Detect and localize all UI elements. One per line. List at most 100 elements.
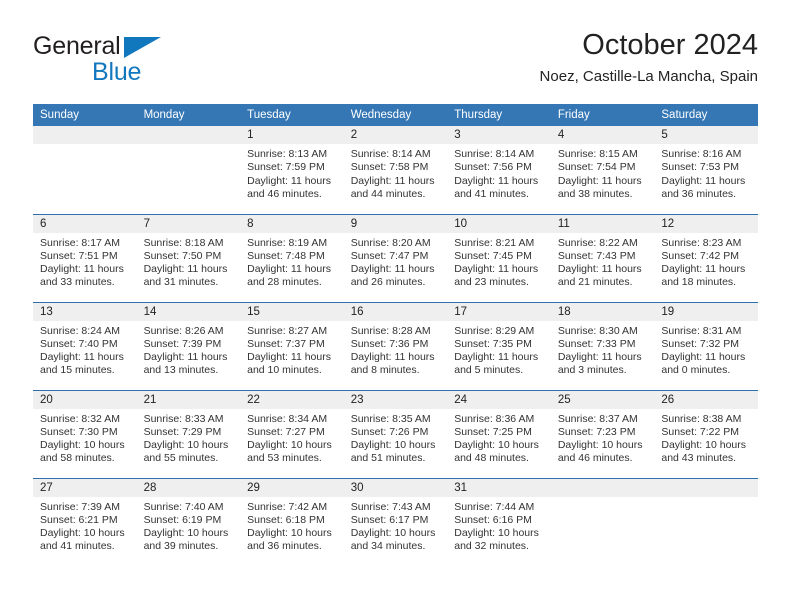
day-detail-line: Sunrise: 8:19 AM bbox=[247, 236, 328, 249]
day-number: 27 bbox=[33, 479, 137, 497]
day-details: Sunrise: 8:32 AM Sunset: 7:30 PM Daylight:… bbox=[33, 409, 137, 466]
day-detail-line: Sunrise: 8:23 AM bbox=[661, 236, 742, 249]
day-detail-line: Daylight: 11 hours bbox=[350, 174, 435, 187]
calendar-day-cell[interactable]: 10 Sunrise: 8:21 AM Sunset: 7:45 PM Dayligh… bbox=[447, 213, 551, 302]
calendar-day-cell[interactable]: 9 Sunrise: 8:20 AM Sunset: 7:47 PM Daylight… bbox=[343, 213, 448, 302]
calendar-day-cell[interactable]: 19 Sunrise: 8:31 AM Sunset: 7:32 PM Dayligh… bbox=[654, 301, 758, 390]
day-detail-line: Sunset: 6:18 PM bbox=[247, 513, 325, 526]
calendar-day-cell-empty bbox=[550, 477, 655, 566]
calendar-day-cell[interactable]: 17 Sunrise: 8:29 AM Sunset: 7:35 PM Dayligh… bbox=[447, 301, 551, 390]
day-detail-line: Sunrise: 8:28 AM bbox=[350, 324, 431, 337]
day-details: Sunrise: 8:17 AM Sunset: 7:51 PM Daylight:… bbox=[33, 233, 137, 290]
calendar-day-cell-empty bbox=[136, 126, 241, 214]
calendar-day-cell[interactable]: 20 Sunrise: 8:32 AM Sunset: 7:30 PM Dayligh… bbox=[33, 389, 137, 478]
day-detail-line: Daylight: 10 hours bbox=[350, 439, 436, 452]
calendar-day-cell[interactable]: 12 Sunrise: 8:23 AM Sunset: 7:42 PM Dayligh… bbox=[654, 213, 758, 302]
calendar-day-cell[interactable]: 16 Sunrise: 8:28 AM Sunset: 7:36 PM Dayligh… bbox=[343, 301, 448, 390]
day-details bbox=[654, 497, 758, 501]
weekday-header-saturday: Saturday bbox=[654, 104, 758, 126]
calendar-day-cell[interactable]: 15 Sunrise: 8:27 AM Sunset: 7:37 PM Dayligh… bbox=[240, 301, 344, 390]
day-detail-line: Daylight: 11 hours bbox=[454, 174, 539, 187]
day-detail-line: Daylight: 10 hours bbox=[454, 439, 539, 452]
day-detail-line: Sunrise: 8:29 AM bbox=[454, 324, 535, 337]
calendar-day-cell[interactable]: 27 Sunrise: 7:39 AM Sunset: 6:21 PM Dayligh… bbox=[33, 477, 137, 566]
calendar-day-cell[interactable]: 23 Sunrise: 8:35 AM Sunset: 7:26 PM Dayligh… bbox=[343, 389, 448, 478]
day-details: Sunrise: 8:34 AM Sunset: 7:27 PM Daylight:… bbox=[240, 409, 344, 466]
title-block: October 2024 Noez, Castille-La Mancha, S… bbox=[540, 28, 758, 86]
page-subtitle: Noez, Castille-La Mancha, Spain bbox=[539, 68, 758, 85]
day-detail-line: Sunrise: 8:24 AM bbox=[40, 324, 120, 337]
day-details: Sunrise: 8:16 AM Sunset: 7:53 PM Daylight:… bbox=[654, 144, 758, 201]
day-details: Sunrise: 8:18 AM Sunset: 7:50 PM Daylight:… bbox=[137, 233, 241, 290]
day-detail-line: and 10 minutes. bbox=[247, 364, 322, 377]
day-detail-line: Sunset: 6:19 PM bbox=[143, 513, 222, 526]
calendar-body: 1 Sunrise: 8:13 AM Sunset: 7:59 PM Daylight… bbox=[33, 126, 758, 566]
day-detail-line: Sunset: 7:48 PM bbox=[247, 249, 325, 262]
calendar-day-cell[interactable]: 8 Sunrise: 8:19 AM Sunset: 7:48 PM Daylight… bbox=[240, 213, 344, 302]
day-detail-line: Daylight: 11 hours bbox=[40, 351, 124, 364]
day-detail-line: Sunrise: 7:42 AM bbox=[247, 500, 328, 513]
calendar-day-cell[interactable]: 5 Sunrise: 8:16 AM Sunset: 7:53 PM Daylight… bbox=[654, 126, 758, 214]
day-details: Sunrise: 8:23 AM Sunset: 7:42 PM Daylight:… bbox=[654, 233, 758, 290]
day-detail-line: Sunset: 7:53 PM bbox=[661, 161, 740, 174]
calendar-day-cell[interactable]: 13 Sunrise: 8:24 AM Sunset: 7:40 PM Dayligh… bbox=[33, 301, 137, 390]
calendar-week-row: 13 Sunrise: 8:24 AM Sunset: 7:40 PM Dayligh… bbox=[33, 301, 758, 390]
day-detail-line: Daylight: 11 hours bbox=[350, 263, 435, 276]
day-number: 23 bbox=[343, 391, 448, 409]
calendar-day-cell[interactable]: 3 Sunrise: 8:14 AM Sunset: 7:56 PM Daylight… bbox=[447, 126, 551, 214]
day-detail-line: Daylight: 10 hours bbox=[247, 527, 332, 540]
day-number: 3 bbox=[447, 126, 551, 144]
day-detail-line: Sunrise: 7:39 AM bbox=[40, 500, 120, 513]
day-number: 15 bbox=[240, 303, 344, 321]
page-title: October 2024 bbox=[582, 29, 758, 61]
calendar-day-cell[interactable]: 22 Sunrise: 8:34 AM Sunset: 7:27 PM Dayligh… bbox=[240, 389, 344, 478]
day-details: Sunrise: 8:38 AM Sunset: 7:22 PM Daylight:… bbox=[654, 409, 758, 466]
day-number: 22 bbox=[240, 391, 344, 409]
day-detail-line: Sunset: 7:29 PM bbox=[143, 425, 222, 438]
day-detail-line: and 15 minutes. bbox=[40, 364, 115, 377]
day-number: 14 bbox=[136, 303, 241, 321]
calendar-day-cell[interactable]: 18 Sunrise: 8:30 AM Sunset: 7:33 PM Dayligh… bbox=[550, 301, 655, 390]
day-detail-line: Daylight: 11 hours bbox=[247, 351, 331, 364]
calendar-day-cell[interactable]: 29 Sunrise: 7:42 AM Sunset: 6:18 PM Dayligh… bbox=[240, 477, 344, 566]
calendar-day-cell[interactable]: 25 Sunrise: 8:37 AM Sunset: 7:23 PM Dayligh… bbox=[550, 389, 655, 478]
calendar-day-cell[interactable]: 14 Sunrise: 8:26 AM Sunset: 7:39 PM Dayligh… bbox=[136, 301, 241, 390]
calendar-day-cell[interactable]: 30 Sunrise: 7:43 AM Sunset: 6:17 PM Dayligh… bbox=[343, 477, 448, 566]
day-detail-line: Daylight: 11 hours bbox=[557, 263, 642, 276]
general-blue-logo[interactable]: General Blue bbox=[33, 32, 223, 88]
calendar-day-cell[interactable]: 2 Sunrise: 8:14 AM Sunset: 7:58 PM Daylight… bbox=[343, 126, 448, 214]
day-detail-line: and 23 minutes. bbox=[454, 276, 529, 289]
calendar-day-cell[interactable]: 7 Sunrise: 8:18 AM Sunset: 7:50 PM Daylight… bbox=[136, 213, 241, 302]
day-number bbox=[550, 479, 655, 497]
blue-triangle-icon bbox=[124, 37, 161, 58]
calendar-day-cell[interactable]: 31 Sunrise: 7:44 AM Sunset: 6:16 PM Dayligh… bbox=[447, 477, 551, 566]
day-detail-line: Sunset: 6:16 PM bbox=[454, 513, 532, 526]
calendar-day-cell[interactable]: 6 Sunrise: 8:17 AM Sunset: 7:51 PM Daylight… bbox=[33, 213, 137, 302]
day-details: Sunrise: 8:31 AM Sunset: 7:32 PM Daylight:… bbox=[654, 321, 758, 378]
day-number: 18 bbox=[550, 303, 655, 321]
calendar-day-cell[interactable]: 11 Sunrise: 8:22 AM Sunset: 7:43 PM Dayligh… bbox=[550, 213, 655, 302]
day-detail-line: Sunset: 6:21 PM bbox=[40, 513, 118, 526]
calendar-day-cell[interactable]: 21 Sunrise: 8:33 AM Sunset: 7:29 PM Dayligh… bbox=[136, 389, 241, 478]
day-number: 13 bbox=[33, 303, 137, 321]
weekday-header-wednesday: Wednesday bbox=[343, 104, 448, 126]
calendar-day-cell[interactable]: 4 Sunrise: 8:15 AM Sunset: 7:54 PM Daylight… bbox=[550, 126, 655, 214]
day-details: Sunrise: 8:30 AM Sunset: 7:33 PM Daylight:… bbox=[551, 321, 655, 378]
day-details: Sunrise: 7:40 AM Sunset: 6:19 PM Daylight:… bbox=[137, 497, 241, 554]
day-detail-line: Sunset: 7:40 PM bbox=[40, 337, 118, 350]
day-number: 1 bbox=[240, 126, 344, 144]
day-detail-line: and 48 minutes. bbox=[454, 452, 529, 465]
day-detail-line: Sunset: 7:27 PM bbox=[247, 425, 325, 438]
day-detail-line: Daylight: 11 hours bbox=[40, 263, 124, 276]
calendar-day-cell[interactable]: 1 Sunrise: 8:13 AM Sunset: 7:59 PM Daylight… bbox=[240, 126, 344, 214]
day-detail-line: Sunset: 7:37 PM bbox=[247, 337, 325, 350]
day-detail-line: and 43 minutes. bbox=[661, 452, 737, 465]
calendar-table: Sunday Monday Tuesday Wednesday Thursday Frid… bbox=[33, 104, 758, 566]
calendar-day-cell[interactable]: 26 Sunrise: 8:38 AM Sunset: 7:22 PM Dayligh… bbox=[654, 389, 758, 478]
day-detail-line: Daylight: 10 hours bbox=[40, 527, 125, 540]
day-detail-line: Daylight: 10 hours bbox=[454, 527, 539, 540]
calendar-day-cell[interactable]: 28 Sunrise: 7:40 AM Sunset: 6:19 PM Dayligh… bbox=[136, 477, 241, 566]
day-details: Sunrise: 8:22 AM Sunset: 7:43 PM Daylight:… bbox=[551, 233, 655, 290]
day-detail-line: Daylight: 10 hours bbox=[557, 439, 643, 452]
calendar-day-cell[interactable]: 24 Sunrise: 8:36 AM Sunset: 7:25 PM Dayligh… bbox=[447, 389, 551, 478]
